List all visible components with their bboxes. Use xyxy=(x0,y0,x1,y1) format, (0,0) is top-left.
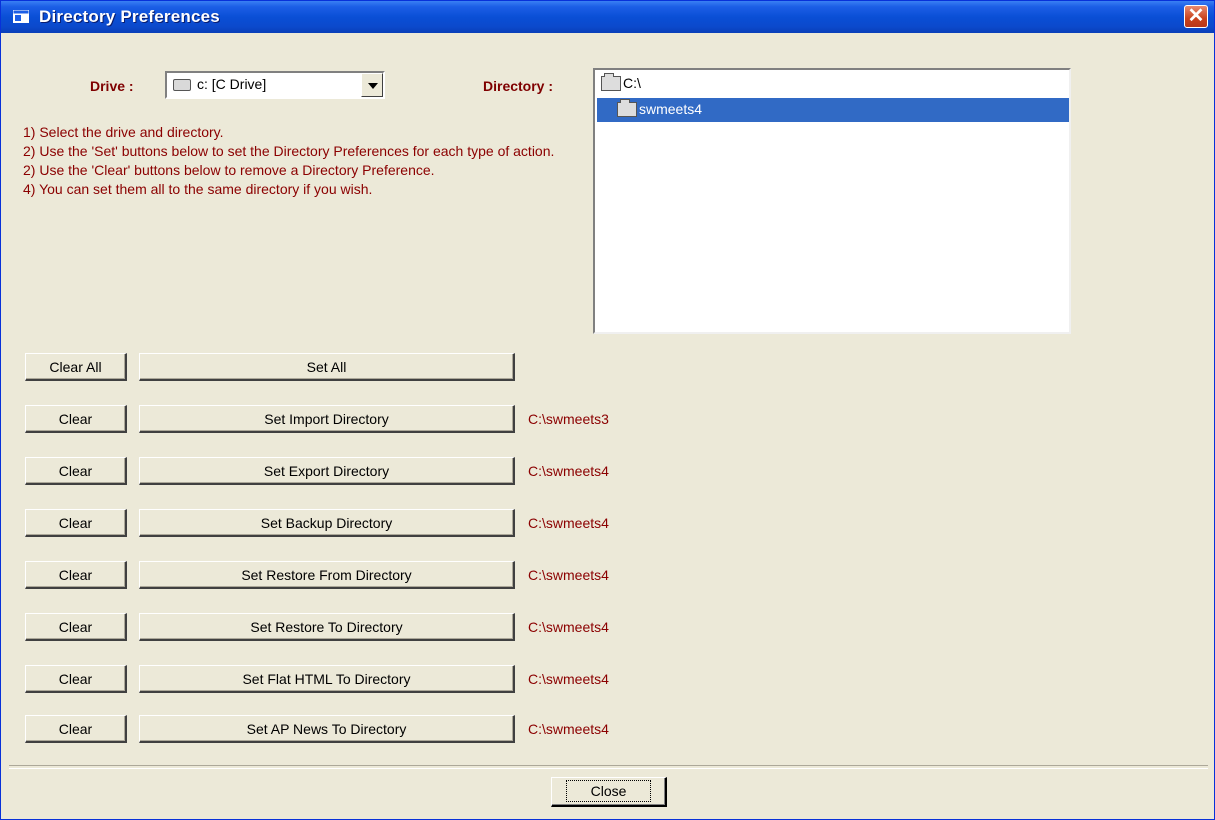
set-ap-news-directory-button[interactable]: Set AP News To Directory xyxy=(139,715,515,743)
drive-select[interactable]: c: [C Drive] xyxy=(165,71,385,99)
ap-news-directory-path: C:\swmeets4 xyxy=(528,721,609,737)
set-restore-from-directory-button[interactable]: Set Restore From Directory xyxy=(139,561,515,589)
open-folder-icon xyxy=(617,99,637,117)
clear-export-button[interactable]: Clear xyxy=(25,457,127,485)
close-button[interactable]: Close xyxy=(551,777,667,807)
clear-import-button[interactable]: Clear xyxy=(25,405,127,433)
instructions: 1) Select the drive and directory. 2) Us… xyxy=(23,123,583,199)
set-restore-to-directory-button[interactable]: Set Restore To Directory xyxy=(139,613,515,641)
window-icon xyxy=(13,10,29,23)
directory-item-label: C:\ xyxy=(623,75,641,91)
title-bar[interactable]: Directory Preferences ✕ xyxy=(1,1,1214,33)
directory-list[interactable]: C:\ swmeets4 xyxy=(593,68,1071,334)
close-icon: ✕ xyxy=(1187,5,1205,27)
restore-from-directory-path: C:\swmeets4 xyxy=(528,567,609,583)
drive-label: Drive : xyxy=(90,78,134,94)
restore-to-directory-path: C:\swmeets4 xyxy=(528,619,609,635)
instruction-line: 2) Use the 'Set' buttons below to set th… xyxy=(23,143,555,159)
close-button-label: Close xyxy=(565,780,652,802)
set-export-directory-button[interactable]: Set Export Directory xyxy=(139,457,515,485)
import-directory-path: C:\swmeets3 xyxy=(528,411,609,427)
clear-restore-to-button[interactable]: Clear xyxy=(25,613,127,641)
directory-label: Directory : xyxy=(483,78,554,94)
clear-all-button[interactable]: Clear All xyxy=(25,353,127,381)
clear-flat-html-button[interactable]: Clear xyxy=(25,665,127,693)
clear-ap-news-button[interactable]: Clear xyxy=(25,715,127,743)
instruction-line: 4) You can set them all to the same dire… xyxy=(23,181,373,197)
clear-restore-from-button[interactable]: Clear xyxy=(25,561,127,589)
flat-html-directory-path: C:\swmeets4 xyxy=(528,671,609,687)
directory-preferences-dialog: Directory Preferences ✕ Drive : c: [C Dr… xyxy=(0,0,1215,820)
clear-backup-button[interactable]: Clear xyxy=(25,509,127,537)
drive-value: c: [C Drive] xyxy=(197,76,267,92)
instruction-line: 1) Select the drive and directory. xyxy=(23,124,224,140)
directory-item-label: swmeets4 xyxy=(639,101,703,117)
directory-item-swmeets4[interactable]: swmeets4 xyxy=(597,98,1069,122)
set-flat-html-directory-button[interactable]: Set Flat HTML To Directory xyxy=(139,665,515,693)
export-directory-path: C:\swmeets4 xyxy=(528,463,609,479)
open-folder-icon xyxy=(601,73,621,91)
footer-divider xyxy=(9,765,1208,769)
set-import-directory-button[interactable]: Set Import Directory xyxy=(139,405,515,433)
chevron-down-icon[interactable] xyxy=(361,73,383,97)
window-title: Directory Preferences xyxy=(39,7,220,26)
instruction-line: 2) Use the 'Clear' buttons below to remo… xyxy=(23,162,435,178)
hard-drive-icon xyxy=(173,79,191,91)
directory-item-root[interactable]: C:\ xyxy=(599,72,1059,96)
close-window-button[interactable]: ✕ xyxy=(1184,5,1208,28)
set-all-button[interactable]: Set All xyxy=(139,353,515,381)
set-backup-directory-button[interactable]: Set Backup Directory xyxy=(139,509,515,537)
backup-directory-path: C:\swmeets4 xyxy=(528,515,609,531)
